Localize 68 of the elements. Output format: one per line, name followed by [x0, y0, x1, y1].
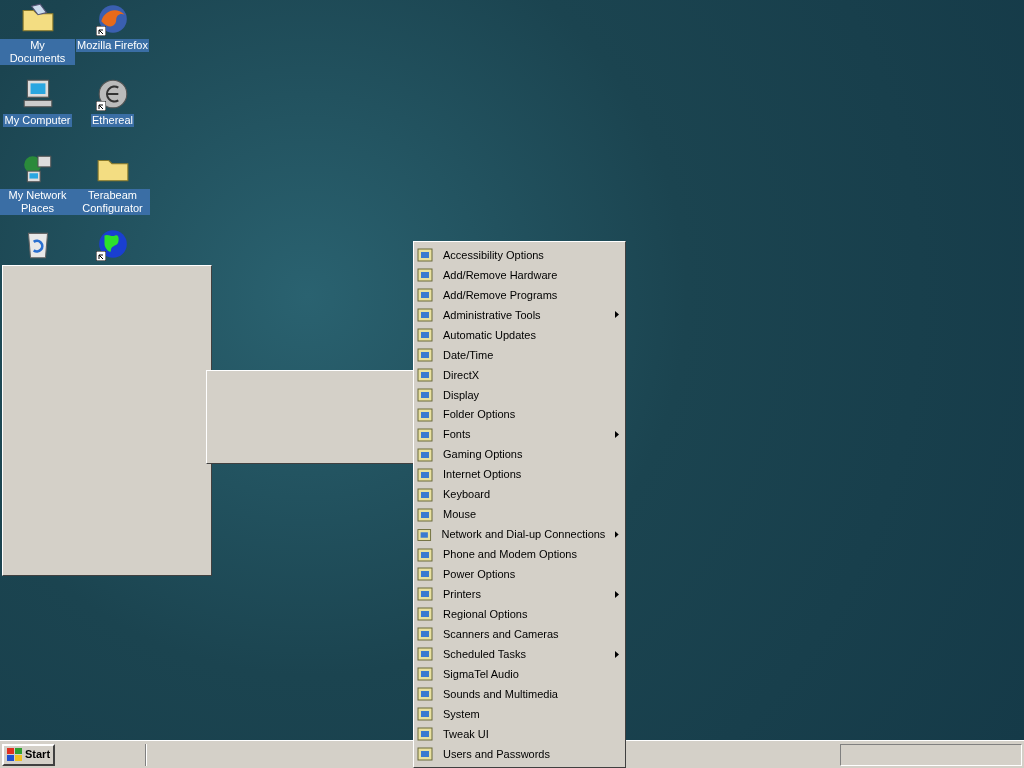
submenu-arrow-icon: [615, 590, 619, 598]
menu-item[interactable]: Scanners and Cameras: [414, 624, 625, 645]
submenu-arrow-icon: [615, 531, 619, 539]
menu-item[interactable]: Mouse: [414, 504, 625, 525]
control-panel-icon: [417, 306, 433, 323]
menu-item[interactable]: Add/Remove Programs: [414, 284, 625, 305]
control-panel-icon: [417, 346, 433, 363]
control-panel-icon: [417, 646, 433, 663]
control-panel-icon: [417, 666, 433, 683]
menu-item[interactable]: Printers: [414, 584, 625, 605]
control-panel-icon: [417, 626, 433, 643]
menu-item[interactable]: Network and Dial-up Connections: [414, 524, 625, 545]
menu-item[interactable]: Sounds and Multimedia: [414, 684, 625, 705]
menu-item[interactable]: Add/Remove Hardware: [414, 264, 625, 285]
submenu-arrow-icon: [615, 311, 619, 319]
menu-item[interactable]: Power Options: [414, 564, 625, 585]
control-panel-icon: [417, 466, 433, 483]
menu-item[interactable]: System: [414, 704, 625, 725]
menu-item[interactable]: Fonts: [414, 424, 625, 445]
menu-item[interactable]: Gaming Options: [414, 444, 625, 465]
menu-item[interactable]: Users and Passwords: [414, 744, 625, 765]
control-panel-icon: [417, 546, 433, 563]
desktop-icon-label[interactable]: Ethereal: [91, 114, 134, 127]
control-panel-icon: [417, 526, 432, 543]
control-panel-icon: [417, 706, 433, 723]
control-panel-icon: [417, 486, 433, 503]
menu-item[interactable]: Date/Time: [414, 344, 625, 365]
control-panel-icon: [417, 446, 433, 463]
control-panel-icon: [417, 266, 433, 283]
control-panel-icon: [417, 506, 433, 523]
shortcut-arrow-icon: [95, 101, 106, 111]
menu-item[interactable]: SigmaTel Audio: [414, 664, 625, 685]
control-panel-icon: [417, 426, 433, 443]
start-button[interactable]: Start: [2, 743, 56, 766]
control-panel-icon: [417, 606, 433, 623]
menu-item[interactable]: DirectX: [414, 364, 625, 385]
desktop-icon-label[interactable]: My Computer: [3, 114, 72, 127]
desktop-icon-label[interactable]: My Documents: [0, 39, 75, 65]
menu-item[interactable]: Keyboard: [414, 484, 625, 505]
menu-item[interactable]: Scheduled Tasks: [414, 644, 625, 665]
desktop-icon-label[interactable]: Terabeam Configurator: [75, 189, 150, 215]
menu-item[interactable]: Accessibility Options: [414, 245, 625, 265]
control-panel-icon: [417, 406, 433, 423]
control-panel-icon: [417, 286, 433, 303]
menu-item[interactable]: Display: [414, 384, 625, 405]
menu-item[interactable]: Regional Options: [414, 604, 625, 625]
menu-item[interactable]: Automatic Updates: [414, 324, 625, 345]
control-panel-icon: [417, 326, 433, 343]
control-panel-icon: [417, 386, 433, 403]
windows-logo-icon: [7, 747, 23, 762]
desktop-icon-label[interactable]: Mozilla Firefox: [76, 39, 149, 52]
submenu-arrow-icon: [615, 650, 619, 658]
control-panel-icon: [417, 566, 433, 583]
control-panel-icon: [417, 686, 433, 703]
menu-item[interactable]: Folder Options: [414, 404, 625, 425]
control-panel-icon: [417, 746, 433, 763]
control-panel-icon: [417, 247, 433, 263]
submenu-arrow-icon: [615, 431, 619, 439]
shortcut-arrow-icon: [95, 251, 106, 261]
menu-item[interactable]: Tweak UI: [414, 724, 625, 745]
control-panel-icon: [417, 586, 433, 603]
menu-item[interactable]: Internet Options: [414, 464, 625, 485]
desktop-icon-label[interactable]: My Network Places: [0, 189, 75, 215]
control-panel-icon: [417, 366, 433, 383]
shortcut-arrow-icon: [95, 26, 106, 36]
menu-item[interactable]: Administrative Tools: [414, 304, 625, 325]
control-panel-icon: [417, 726, 433, 743]
menu-item[interactable]: Phone and Modem Options: [414, 544, 625, 565]
